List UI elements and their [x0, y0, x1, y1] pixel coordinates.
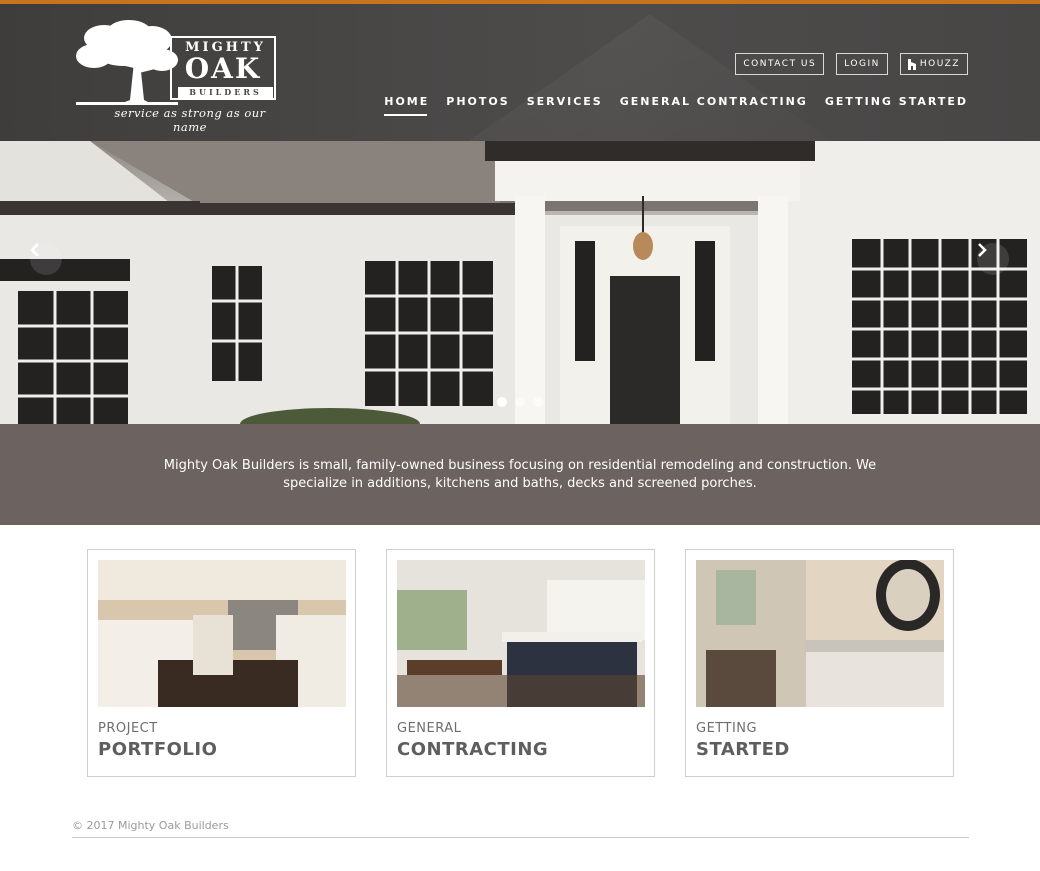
logo-tagline: service as strong as our name [114, 106, 266, 134]
intro-band: Mighty Oak Builders is small, family-own… [0, 424, 1040, 525]
header-background-roof [470, 14, 830, 141]
nav-item-home[interactable]: HOME [384, 95, 429, 116]
login-label: LOGIN [844, 59, 880, 69]
nav-item-general-contracting[interactable]: GENERAL CONTRACTING [620, 95, 808, 116]
carousel-dot-1[interactable] [497, 397, 507, 407]
utility-links: CONTACT US LOGIN HOUZZ [735, 53, 968, 75]
login-button[interactable]: LOGIN [836, 53, 888, 75]
houzz-button[interactable]: HOUZZ [899, 53, 968, 75]
contact-us-button[interactable]: CONTACT US [735, 53, 825, 75]
card-title-small: PROJECT [98, 721, 158, 736]
card-title-small: GENERAL [397, 721, 462, 736]
intro-text: Mighty Oak Builders is small, family-own… [163, 457, 877, 491]
site-logo[interactable]: MIGHTY OAK BUILDERS service as strong as… [74, 18, 284, 134]
nav-item-photos[interactable]: PHOTOS [446, 95, 509, 116]
footer-divider [72, 837, 969, 838]
card-title-small: GETTING [696, 721, 758, 736]
card-title-large: PORTFOLIO [98, 739, 218, 760]
oak-tree-icon [76, 20, 178, 105]
houzz-icon [907, 58, 916, 70]
contact-us-label: CONTACT US [743, 59, 817, 69]
logo-word-oak: OAK [184, 52, 262, 85]
chevron-right-icon [978, 243, 987, 257]
card-general-contracting[interactable]: GENERAL CONTRACTING [386, 549, 655, 777]
hero-carousel [0, 141, 1040, 424]
site-header: MIGHTY OAK BUILDERS service as strong as… [0, 4, 1040, 141]
carousel-indicators [497, 397, 543, 407]
card-title-large: STARTED [696, 739, 790, 760]
carousel-dot-3[interactable] [533, 397, 543, 407]
card-title-large: CONTRACTING [397, 739, 549, 760]
carousel-dot-2[interactable] [515, 397, 525, 407]
nav-item-getting-started[interactable]: GETTING STARTED [825, 95, 968, 116]
logo-word-builders: BUILDERS [178, 87, 273, 98]
card-project-portfolio[interactable]: PROJECT PORTFOLIO [87, 549, 356, 777]
bathroom-photo [696, 560, 944, 707]
footer-copyright: © 2017 Mighty Oak Builders [72, 819, 229, 832]
card-getting-started[interactable]: GETTING STARTED [685, 549, 954, 777]
houzz-label: HOUZZ [919, 59, 960, 69]
nav-item-services[interactable]: SERVICES [527, 95, 603, 116]
main-nav: HOME PHOTOS SERVICES GENERAL CONTRACTING… [384, 95, 968, 116]
carousel-next-button[interactable] [977, 243, 1009, 275]
hero-house-image [0, 141, 1040, 424]
chevron-left-icon [30, 243, 39, 257]
carousel-prev-button[interactable] [30, 243, 62, 275]
kitchen-photo-1 [98, 560, 346, 707]
kitchen-photo-2 [397, 560, 645, 707]
